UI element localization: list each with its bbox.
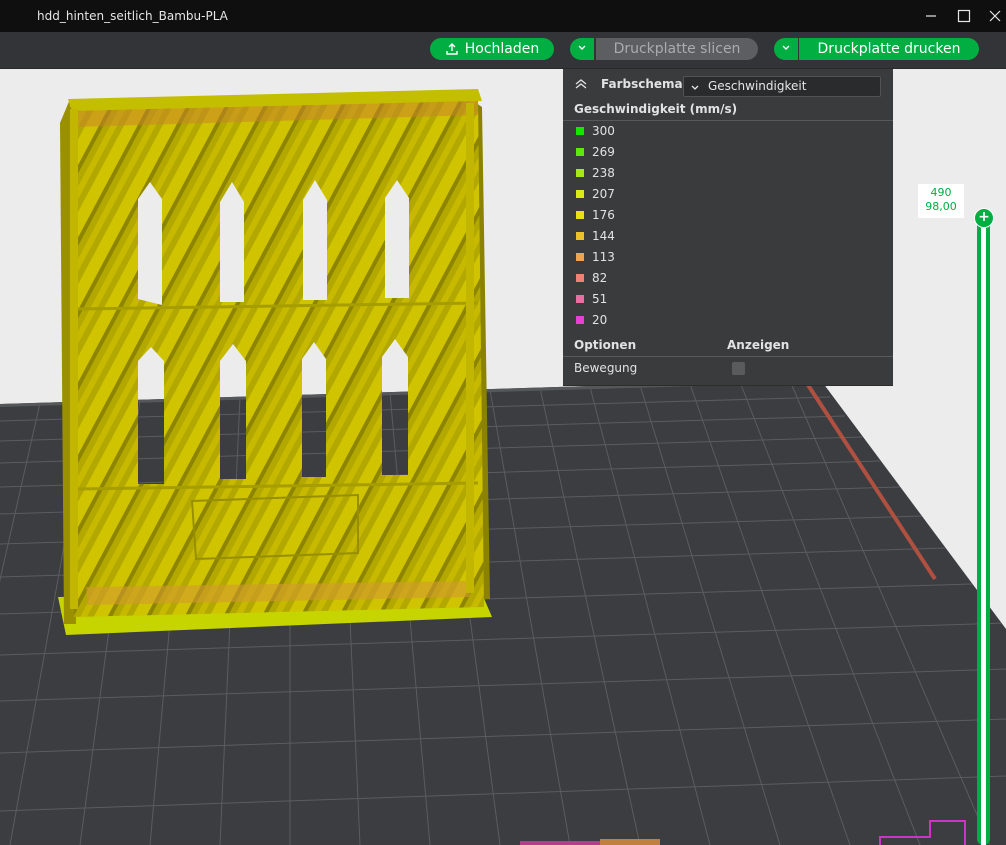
legend-entry: 51 (574, 289, 874, 310)
legend-value: 144 (592, 229, 615, 243)
legend-subtitle: Geschwindigkeit (mm/s) (574, 102, 738, 116)
movement-label: Bewegung (574, 361, 638, 375)
legend-swatch (576, 148, 584, 156)
layer-number: 490 (930, 186, 952, 199)
legend-entry: 82 (574, 268, 874, 289)
legend-entry: 269 (574, 142, 874, 163)
color-scheme-select[interactable]: Geschwindigkeit (683, 76, 881, 97)
layer-slider-fill (981, 228, 986, 845)
legend-value: 300 (592, 124, 615, 138)
layer-height: 98,00 (925, 200, 957, 213)
legend-entry: 300 (574, 121, 874, 142)
close-icon[interactable] (980, 4, 1006, 28)
legend-value: 113 (592, 250, 615, 264)
chevron-down-icon (577, 44, 587, 55)
legend-panel: Farbschema Geschwindigkeit Geschwindigke… (563, 69, 893, 386)
layer-slider-label: 490 98,00 (918, 184, 964, 218)
print-plate-button[interactable]: Druckplatte drucken (799, 38, 979, 60)
legend-entry: 144 (574, 226, 874, 247)
movement-checkbox[interactable] (732, 362, 745, 375)
window-title: hdd_hinten_seitlich_Bambu-PLA (37, 9, 228, 23)
collapse-icon[interactable] (575, 78, 587, 92)
legend-value: 82 (592, 271, 608, 285)
legend-swatch (576, 232, 584, 240)
options-divider (563, 356, 893, 357)
chevron-down-icon (690, 81, 700, 95)
upload-label: Hochladen (464, 41, 540, 57)
legend-value: 176 (592, 208, 615, 222)
print-plate-label: Druckplatte drucken (817, 41, 961, 57)
minimize-icon[interactable] (916, 4, 946, 28)
legend-swatch (576, 127, 584, 135)
slice-plate-label: Druckplatte slicen (613, 41, 741, 57)
legend-swatch (576, 190, 584, 198)
chevron-down-icon (781, 44, 791, 55)
legend-header: Farbschema Geschwindigkeit (563, 69, 893, 99)
legend-entry: 113 (574, 247, 874, 268)
legend-swatch (576, 169, 584, 177)
layer-slider-handle[interactable]: + (974, 208, 994, 228)
legend-swatch (576, 211, 584, 219)
printed-model (58, 89, 492, 635)
legend-entry: 20 (574, 310, 874, 331)
legend-swatch (576, 316, 584, 324)
legend-value: 238 (592, 166, 615, 180)
legend-entry: 207 (574, 184, 874, 205)
legend-entry: 238 (574, 163, 874, 184)
upload-icon (445, 42, 459, 56)
upload-button[interactable]: Hochladen (430, 38, 554, 60)
legend-value: 51 (592, 292, 608, 306)
maximize-icon[interactable] (949, 4, 979, 28)
legend-entry: 176 (574, 205, 874, 226)
legend-value: 20 (592, 313, 608, 327)
color-scheme-value: Geschwindigkeit (708, 79, 807, 93)
slice-dropdown-button[interactable] (570, 38, 594, 60)
options-label: Optionen (574, 338, 637, 352)
legend-swatch (576, 253, 584, 261)
show-label: Anzeigen (727, 338, 790, 352)
legend-value: 207 (592, 187, 615, 201)
title-bar: hdd_hinten_seitlich_Bambu-PLA (0, 0, 1006, 32)
top-toolbar: Hochladen Druckplatte slicen Druckplatte… (0, 32, 1006, 69)
legend-swatch (576, 274, 584, 282)
color-scheme-title: Farbschema (601, 77, 683, 91)
slice-plate-button[interactable]: Druckplatte slicen (596, 38, 758, 60)
legend-value: 269 (592, 145, 615, 159)
print-dropdown-button[interactable] (774, 38, 798, 60)
legend-swatch (576, 295, 584, 303)
